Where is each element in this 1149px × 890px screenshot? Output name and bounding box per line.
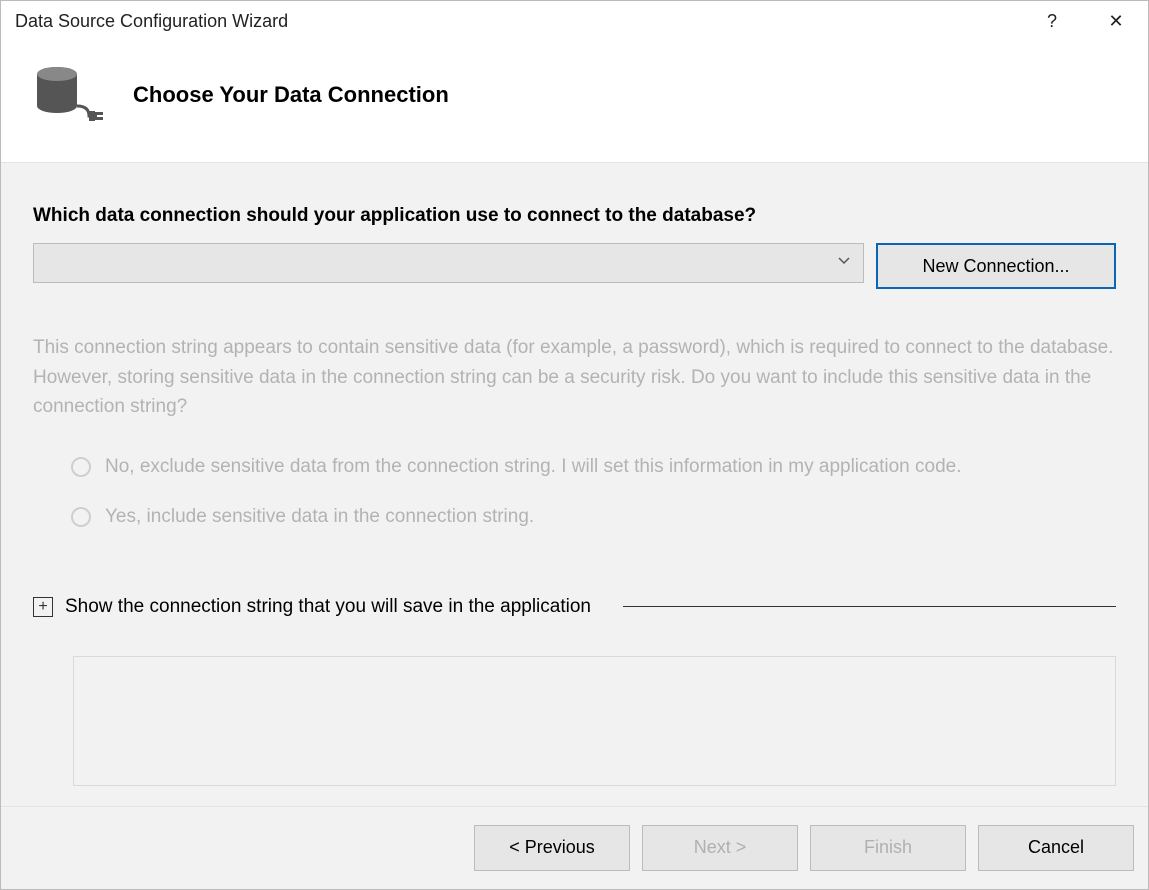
expand-toggle[interactable]: +: [33, 597, 53, 617]
wizard-window: Data Source Configuration Wizard ? ✕ Ch: [0, 0, 1149, 890]
connection-dropdown[interactable]: [33, 243, 864, 283]
help-icon: ?: [1047, 11, 1057, 32]
plus-icon: +: [38, 599, 47, 615]
connection-question: Which data connection should your applic…: [33, 205, 1116, 227]
show-connection-string-row: + Show the connection string that you wi…: [33, 596, 1116, 618]
wizard-content: Which data connection should your applic…: [1, 162, 1148, 806]
wizard-footer: < Previous Next > Finish Cancel: [1, 807, 1148, 889]
sensitive-data-explanation: This connection string appears to contai…: [33, 333, 1116, 421]
connection-row: New Connection...: [33, 243, 1116, 289]
radio-include: [71, 507, 91, 527]
help-button[interactable]: ?: [1040, 10, 1064, 34]
radio-exclude-row: No, exclude sensitive data from the conn…: [71, 456, 1116, 478]
new-connection-button[interactable]: New Connection...: [876, 243, 1116, 289]
next-label: Next >: [694, 837, 747, 858]
finish-button: Finish: [810, 825, 966, 871]
wizard-header: Choose Your Data Connection: [1, 42, 1148, 162]
titlebar-controls: ? ✕: [1040, 10, 1134, 34]
close-icon: ✕: [1108, 11, 1123, 32]
finish-label: Finish: [864, 837, 912, 858]
page-title: Choose Your Data Connection: [133, 82, 449, 108]
sensitive-data-radios: No, exclude sensitive data from the conn…: [33, 456, 1116, 556]
new-connection-label: New Connection...: [922, 256, 1069, 277]
previous-button[interactable]: < Previous: [474, 825, 630, 871]
database-icon: [29, 56, 103, 134]
close-button[interactable]: ✕: [1104, 10, 1128, 34]
show-connection-string-label: Show the connection string that you will…: [65, 596, 591, 618]
radio-include-row: Yes, include sensitive data in the conne…: [71, 506, 1116, 528]
cancel-label: Cancel: [1028, 837, 1084, 858]
radio-exclude: [71, 457, 91, 477]
chevron-down-icon: [837, 254, 851, 272]
radio-include-label: Yes, include sensitive data in the conne…: [105, 506, 534, 528]
next-button: Next >: [642, 825, 798, 871]
titlebar: Data Source Configuration Wizard ? ✕: [1, 1, 1148, 42]
window-title: Data Source Configuration Wizard: [15, 11, 1040, 32]
divider-line: [623, 606, 1116, 607]
cancel-button[interactable]: Cancel: [978, 825, 1134, 871]
previous-label: < Previous: [509, 837, 595, 858]
radio-exclude-label: No, exclude sensitive data from the conn…: [105, 456, 961, 478]
connection-string-textbox: [73, 656, 1116, 786]
